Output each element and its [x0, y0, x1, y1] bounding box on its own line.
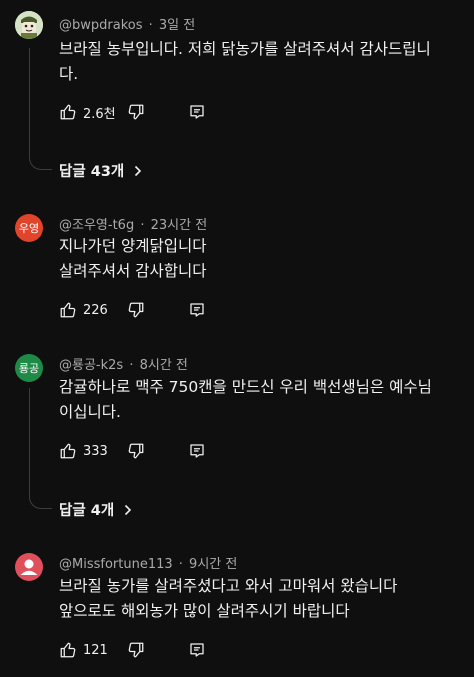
- avatar-initials: 우영: [18, 222, 40, 235]
- view-replies-button[interactable]: 답글 4개: [59, 499, 132, 520]
- like-count: 121: [83, 642, 108, 658]
- comment-actions: 2.6천: [59, 100, 204, 124]
- thumbs-down-icon: [128, 104, 144, 120]
- timestamp: 8시간 전: [139, 358, 188, 373]
- comment-line: 살려주셔서 감사합니다: [59, 262, 207, 280]
- comment-line: 앞으로도 해외농가 많이 살려주시기 바랍니다: [59, 602, 350, 620]
- like-count: 2.6천: [83, 106, 116, 122]
- comment-line: 브라질 농가를 살려주셨다고 와서 고마워서 왔습니다: [59, 577, 398, 595]
- timestamp: 9시간 전: [189, 557, 238, 572]
- dislike-button[interactable]: [127, 641, 145, 659]
- reply-comment-icon: [190, 303, 204, 317]
- comment-text: 브라질 농가를 살려주셨다고 와서 고마워서 왔습니다 앞으로도 해외농가 많이…: [59, 574, 459, 624]
- comment-line: 이십니다.: [59, 403, 121, 421]
- reply-comment-icon: [190, 105, 204, 119]
- like-button[interactable]: 2.6천: [59, 103, 116, 122]
- comment-line: 다.: [59, 65, 79, 83]
- comment-actions: 121: [59, 638, 204, 662]
- author-name[interactable]: @룡공-k2s: [59, 358, 123, 373]
- dislike-button[interactable]: [127, 442, 145, 460]
- thumbs-up-icon: [60, 443, 76, 459]
- thread-line: [29, 48, 52, 170]
- like-button[interactable]: 226: [59, 301, 108, 319]
- reply-button[interactable]: [188, 442, 206, 460]
- comment-actions: 333: [59, 439, 204, 463]
- timestamp: 23시간 전: [150, 218, 208, 233]
- like-button[interactable]: 333: [59, 442, 108, 460]
- chevron-right-icon: [125, 504, 132, 515]
- thumbs-up-icon: [60, 642, 76, 658]
- comment-line: 감귤하나로 맥주 750캔을 만드신 우리 백선생님은 예수님: [59, 378, 432, 396]
- comment-line: 브라질 농부입니다. 저희 닭농가를 살려주셔서 감사드립니: [59, 40, 431, 58]
- view-replies-button[interactable]: 답글 43개: [59, 160, 142, 181]
- thumbs-down-icon: [128, 642, 144, 658]
- comment-text: 브라질 농부입니다. 저희 닭농가를 살려주셔서 감사드립니 다.: [59, 37, 459, 87]
- comment-actions: 226: [59, 298, 204, 322]
- dislike-button[interactable]: [127, 301, 145, 319]
- thumbs-up-icon: [60, 302, 76, 318]
- thumbs-up-icon: [60, 104, 76, 120]
- comment-meta: @룡공-k2s · 8시간 전: [59, 358, 188, 373]
- thumbs-down-icon: [128, 443, 144, 459]
- avatar[interactable]: [15, 553, 43, 581]
- comment-meta: @조우영-t6g · 23시간 전: [59, 218, 208, 233]
- avatar[interactable]: 우영: [15, 214, 43, 242]
- reply-comment-icon: [190, 643, 204, 657]
- timestamp: 3일 전: [158, 18, 196, 33]
- like-count: 333: [83, 443, 108, 459]
- like-button[interactable]: 121: [59, 641, 108, 659]
- avatar[interactable]: [15, 11, 43, 39]
- reply-button[interactable]: [188, 301, 206, 319]
- author-name[interactable]: @Missfortune113: [59, 557, 173, 572]
- thread-line: [29, 388, 52, 509]
- avatar[interactable]: 룡공: [15, 354, 43, 382]
- default-user-icon: [20, 559, 38, 575]
- avatar-initials: 룡공: [18, 362, 40, 375]
- replies-label: 답글 43개: [59, 164, 125, 180]
- dislike-button[interactable]: [127, 103, 145, 121]
- comment-text: 지나가던 양계닭입니다 살려주셔서 감사합니다: [59, 234, 459, 284]
- cartoon-face-icon: [15, 11, 43, 39]
- comment-meta: @bwpdrakos · 3일 전: [59, 18, 196, 33]
- comment-line: 지나가던 양계닭입니다: [59, 237, 207, 255]
- author-name[interactable]: @bwpdrakos: [59, 18, 143, 33]
- replies-label: 답글 4개: [59, 503, 115, 519]
- comment-meta: @Missfortune113 · 9시간 전: [59, 557, 238, 572]
- comment-text: 감귤하나로 맥주 750캔을 만드신 우리 백선생님은 예수님 이십니다.: [59, 375, 459, 425]
- author-name[interactable]: @조우영-t6g: [59, 218, 134, 233]
- thumbs-down-icon: [128, 302, 144, 318]
- reply-button[interactable]: [188, 103, 206, 121]
- chevron-right-icon: [135, 165, 142, 176]
- reply-comment-icon: [190, 444, 204, 458]
- like-count: 226: [83, 302, 108, 318]
- reply-button[interactable]: [188, 641, 206, 659]
